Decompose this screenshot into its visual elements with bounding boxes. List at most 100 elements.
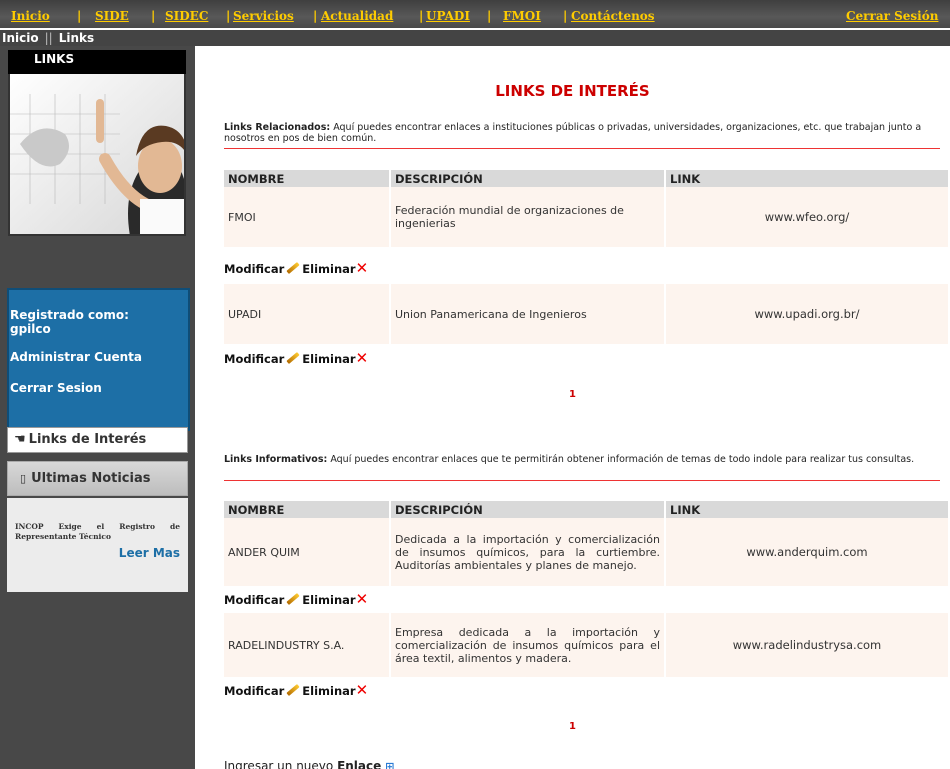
nav-separator: | <box>313 9 318 23</box>
top-nav-bar: Inicio | SIDE | SIDEC | Servicios | Actu… <box>0 0 950 28</box>
main-content: LINKS DE INTERÉS Links Relacionados: Aqu… <box>195 46 950 769</box>
related-links-table-row2: UPADI Union Panamericana de Ingenieros w… <box>222 284 950 344</box>
informative-links-table-row2: RADELINDUSTRY S.A. Empresa dedicada a la… <box>222 613 950 677</box>
nav-fmoi[interactable]: FMOI <box>503 9 541 23</box>
new-link-text: Ingresar un nuevo <box>224 759 334 769</box>
page-title: LINKS DE INTERÉS <box>495 82 650 100</box>
pagination-page-1[interactable]: 1 <box>195 389 950 400</box>
pencil-icon[interactable] <box>286 683 300 697</box>
delete-x-icon[interactable]: ✕ <box>356 590 369 608</box>
column-header-description: DESCRIPCIÓN <box>391 170 664 187</box>
column-header-name: NOMBRE <box>224 170 389 187</box>
row-name: FMOI <box>224 187 389 247</box>
sidebar: LINKS Registrado como: gpilco Administra… <box>0 46 195 769</box>
row-link[interactable]: www.wfeo.org/ <box>666 187 948 247</box>
row-name: ANDER QUIM <box>224 518 389 586</box>
column-header-name: NOMBRE <box>224 501 389 518</box>
nav-upadi[interactable]: UPADI <box>426 9 470 23</box>
new-link-prompt[interactable]: Ingresar un nuevo Enlace ⊞ <box>224 759 394 769</box>
delete-button[interactable]: Eliminar <box>302 684 355 698</box>
delete-x-icon[interactable]: ✕ <box>356 681 369 699</box>
column-header-description: DESCRIPCIÓN <box>391 501 664 518</box>
row-actions: Modificar Eliminar✕ <box>224 349 368 367</box>
nav-servicios[interactable]: Servicios <box>233 9 294 23</box>
banner-image <box>8 74 186 236</box>
row-description: Union Panamericana de Ingenieros <box>391 284 664 344</box>
registered-as-label: Registrado como: <box>10 308 129 322</box>
modify-button[interactable]: Modificar <box>224 593 284 607</box>
pencil-icon[interactable] <box>286 351 300 365</box>
breadcrumb-separator: || <box>44 31 53 45</box>
nav-side[interactable]: SIDE <box>95 9 129 23</box>
nav-inicio[interactable]: Inicio <box>11 9 50 23</box>
informative-text: Aquí puedes encontrar enlaces que te per… <box>330 454 915 465</box>
sidebar-item-label: Links de Interés <box>28 432 147 447</box>
sidebar-item-ultimas-noticias[interactable]: ▯ Ultimas Noticias <box>7 461 188 496</box>
row-link[interactable]: www.upadi.org.br/ <box>666 284 948 344</box>
modify-button[interactable]: Modificar <box>224 352 284 366</box>
informative-links-table: NOMBRE DESCRIPCIÓN LINK ANDER QUIM Dedic… <box>222 501 950 586</box>
delete-x-icon[interactable]: ✕ <box>356 349 369 367</box>
read-more-link[interactable]: Leer Mas <box>15 546 180 560</box>
delete-button[interactable]: Eliminar <box>302 262 355 276</box>
row-description: Dedicada a la importación y comercializa… <box>391 518 664 586</box>
hand-pointer-icon: ☚ <box>14 432 26 447</box>
sidebar-item-links-de-interes[interactable]: ☚ Links de Interés <box>7 427 188 453</box>
row-name: UPADI <box>224 284 389 344</box>
table-row: RADELINDUSTRY S.A. Empresa dedicada a la… <box>224 613 948 677</box>
manage-account-link[interactable]: Administrar Cuenta <box>10 350 188 364</box>
news-text: INCOP Exige el Registro de Representante… <box>15 522 180 541</box>
modify-button[interactable]: Modificar <box>224 262 284 276</box>
delete-x-icon[interactable]: ✕ <box>356 259 369 277</box>
nav-separator: | <box>226 9 231 23</box>
divider <box>224 148 940 149</box>
row-name: RADELINDUSTRY S.A. <box>224 613 389 677</box>
table-row: UPADI Union Panamericana de Ingenieros w… <box>224 284 948 344</box>
table-row: ANDER QUIM Dedicada a la importación y c… <box>224 518 948 586</box>
row-description: Empresa dedicada a la importación y come… <box>391 613 664 677</box>
new-link-bold[interactable]: Enlace <box>337 759 381 769</box>
nav-separator <box>0 9 4 23</box>
nav-separator: | <box>419 9 424 23</box>
logout-link[interactable]: Cerrar Sesión <box>846 9 938 23</box>
add-link-icon[interactable]: ⊞ <box>385 760 394 769</box>
related-heading: Links Relacionados: <box>224 122 331 133</box>
businesswoman-touch-screen-image <box>10 74 184 234</box>
column-header-link: LINK <box>666 170 948 187</box>
informative-heading: Links Informativos: <box>224 454 328 465</box>
delete-button[interactable]: Eliminar <box>302 593 355 607</box>
sidebar-title: LINKS <box>8 50 186 75</box>
nav-separator: | <box>151 9 156 23</box>
nav-actualidad[interactable]: Actualidad <box>321 9 393 23</box>
pencil-icon[interactable] <box>286 592 300 606</box>
informative-intro: Links Informativos: Aquí puedes encontra… <box>224 454 940 465</box>
row-description: Federación mundial de organizaciones de … <box>391 187 664 247</box>
delete-button[interactable]: Eliminar <box>302 352 355 366</box>
breadcrumb-home[interactable]: Inicio <box>2 31 39 45</box>
account-panel: Registrado como: gpilco Administrar Cuen… <box>7 288 190 431</box>
pencil-icon[interactable] <box>286 261 300 275</box>
news-panel: INCOP Exige el Registro de Representante… <box>7 498 188 592</box>
related-intro: Links Relacionados: Aquí puedes encontra… <box>224 122 940 144</box>
row-link[interactable]: www.anderquim.com <box>666 518 948 586</box>
breadcrumb: Inicio || Links <box>0 30 950 46</box>
nav-separator: | <box>77 9 82 23</box>
modify-button[interactable]: Modificar <box>224 684 284 698</box>
breadcrumb-current: Links <box>58 31 95 45</box>
nav-contactenos[interactable]: Contáctenos <box>571 9 655 23</box>
sidebar-item-label: Ultimas Noticias <box>31 471 151 486</box>
logout-sidebar-link[interactable]: Cerrar Sesion <box>10 381 188 395</box>
related-links-table: NOMBRE DESCRIPCIÓN LINK FMOI Federación … <box>222 170 950 247</box>
table-row: FMOI Federación mundial de organizacione… <box>224 187 948 247</box>
nav-separator: | <box>563 9 568 23</box>
username: gpilco <box>10 322 51 336</box>
nav-sidec[interactable]: SIDEC <box>165 9 208 23</box>
pagination-page-1[interactable]: 1 <box>195 721 950 732</box>
row-actions: Modificar Eliminar✕ <box>224 681 368 699</box>
row-actions: Modificar Eliminar✕ <box>224 259 368 277</box>
column-header-link: LINK <box>666 501 948 518</box>
document-icon: ▯ <box>20 472 27 485</box>
divider <box>224 480 940 481</box>
page: Inicio | SIDE | SIDEC | Servicios | Actu… <box>0 0 950 769</box>
row-link[interactable]: www.radelindustrysa.com <box>666 613 948 677</box>
